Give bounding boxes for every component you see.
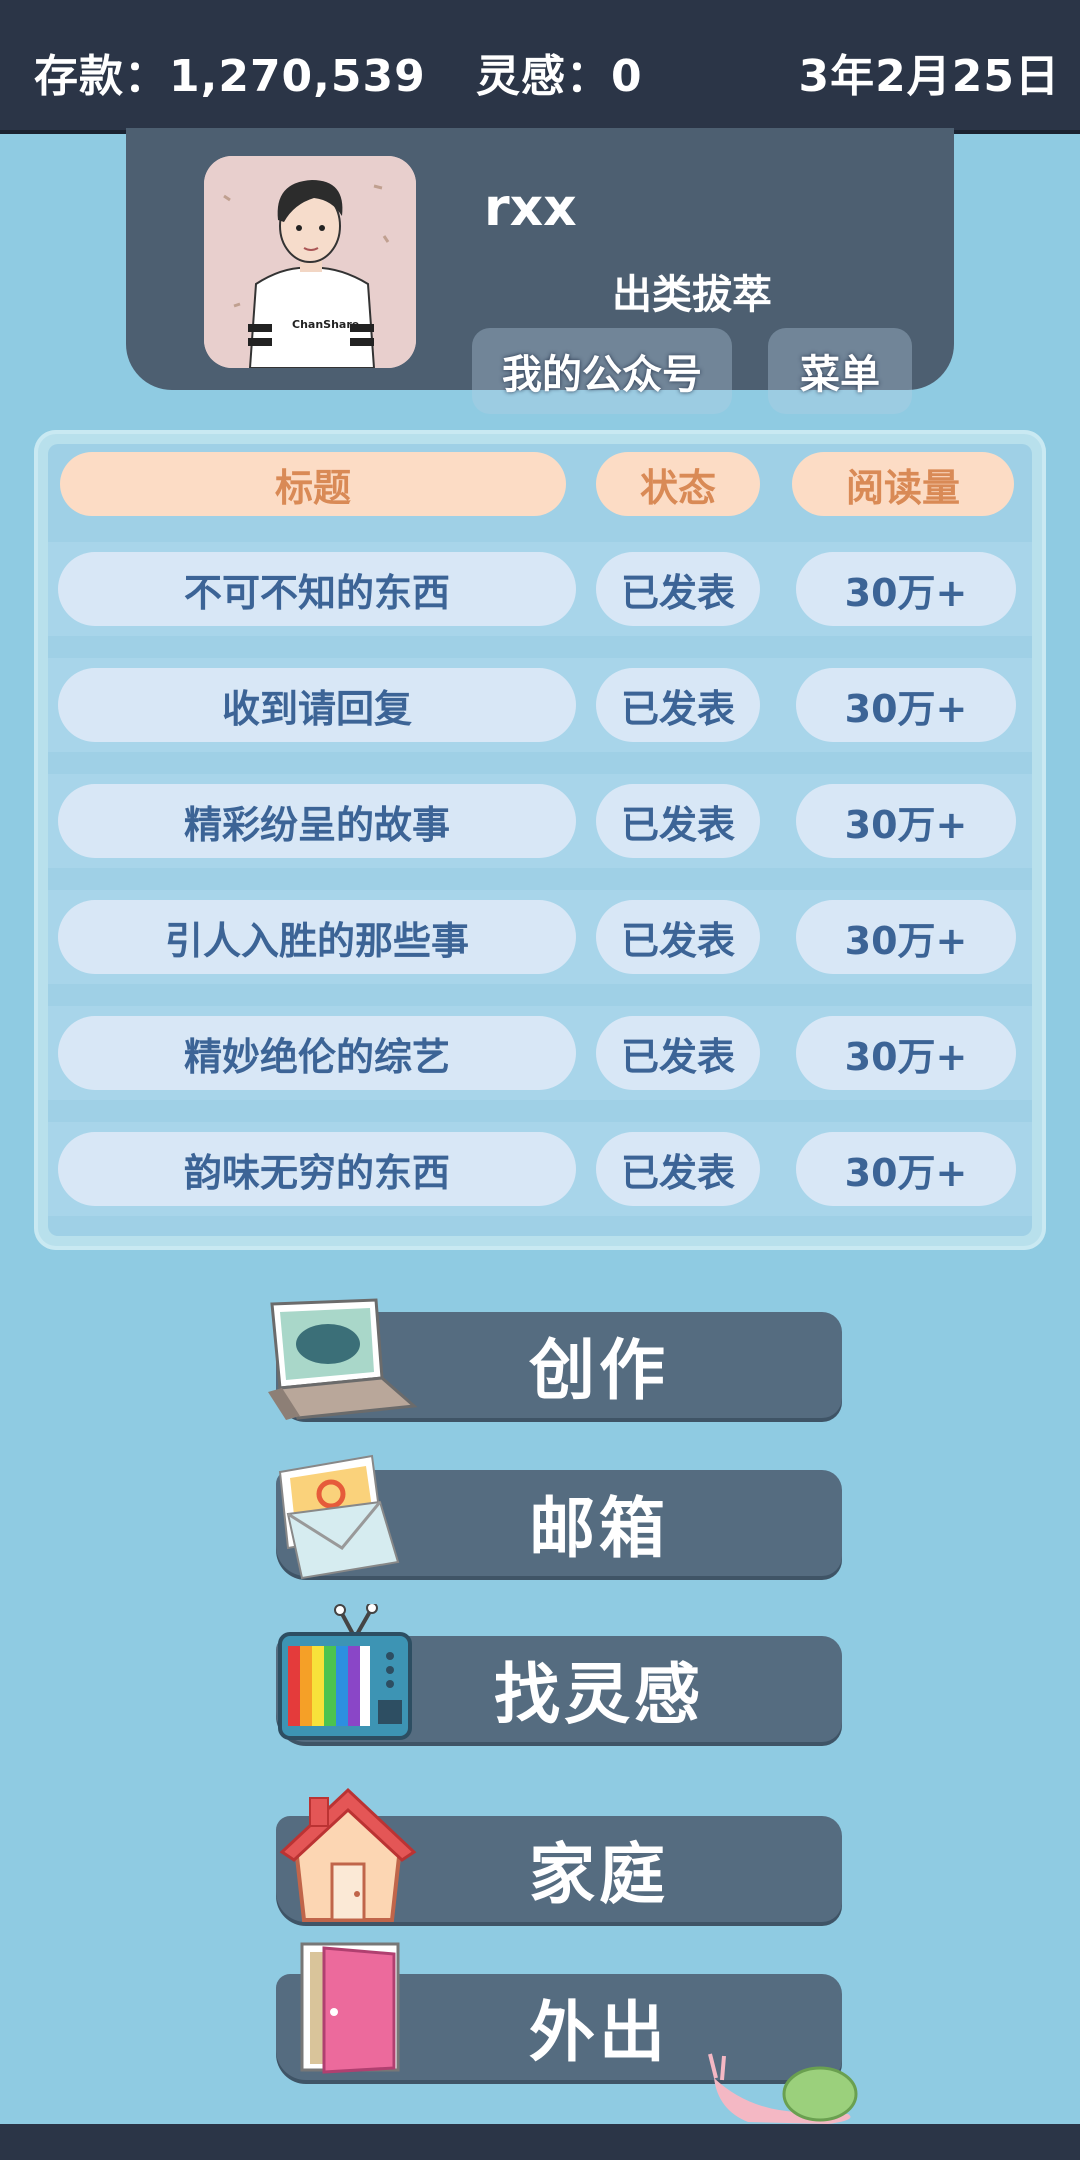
row-status-cell: 已发表	[596, 900, 760, 974]
row-reads-cell: 30万+	[796, 552, 1016, 626]
menu-button[interactable]: 菜单	[768, 328, 912, 414]
row-reads-cell: 30万+	[796, 1016, 1016, 1090]
snail-decoration-icon	[708, 2053, 858, 2124]
svg-text:ChanShare: ChanShare	[292, 318, 359, 331]
row-reads-cell: 30万+	[796, 900, 1016, 974]
door-icon	[300, 1942, 400, 2074]
header-title: 标题	[60, 452, 566, 516]
row-reads-cell: 30万+	[796, 1132, 1016, 1206]
inspiration-counter: 灵感：0	[476, 51, 643, 102]
row-title-cell[interactable]: 不可不知的东西	[58, 552, 576, 626]
envelope-icon	[278, 1454, 400, 1580]
laptop-icon	[268, 1298, 418, 1420]
row-reads-cell: 30万+	[796, 668, 1016, 742]
row-status-cell: 已发表	[596, 1016, 760, 1090]
row-title-cell[interactable]: 精妙绝伦的综艺	[58, 1016, 576, 1090]
row-reads-cell: 30万+	[796, 784, 1016, 858]
row-status-cell: 已发表	[596, 668, 760, 742]
row-title-cell[interactable]: 韵味无穷的东西	[58, 1132, 576, 1206]
top-status-bar: 存款：1,270,539 灵感：0 3年2月25日	[0, 0, 1080, 134]
row-title-cell[interactable]: 精彩纷呈的故事	[58, 784, 576, 858]
game-date: 3年2月25日	[798, 51, 1060, 102]
header-reads: 阅读量	[792, 452, 1014, 516]
user-rank-title: 出类拔萃	[612, 272, 772, 318]
tv-icon	[278, 1604, 412, 1740]
row-title-cell[interactable]: 收到请回复	[58, 668, 576, 742]
row-status-cell: 已发表	[596, 784, 760, 858]
official-account-button[interactable]: 我的公众号	[472, 328, 732, 414]
avatar-portrait-icon: ChanShare	[204, 156, 416, 368]
row-title-cell[interactable]: 引人入胜的那些事	[58, 900, 576, 974]
bottom-bar	[0, 2124, 1080, 2160]
username: rxx	[484, 178, 577, 238]
row-status-cell: 已发表	[596, 552, 760, 626]
savings-counter: 存款：1,270,539	[34, 51, 426, 102]
avatar[interactable]: ChanShare	[204, 156, 416, 368]
house-icon	[279, 1787, 417, 1922]
header-status: 状态	[596, 452, 760, 516]
row-status-cell: 已发表	[596, 1132, 760, 1206]
